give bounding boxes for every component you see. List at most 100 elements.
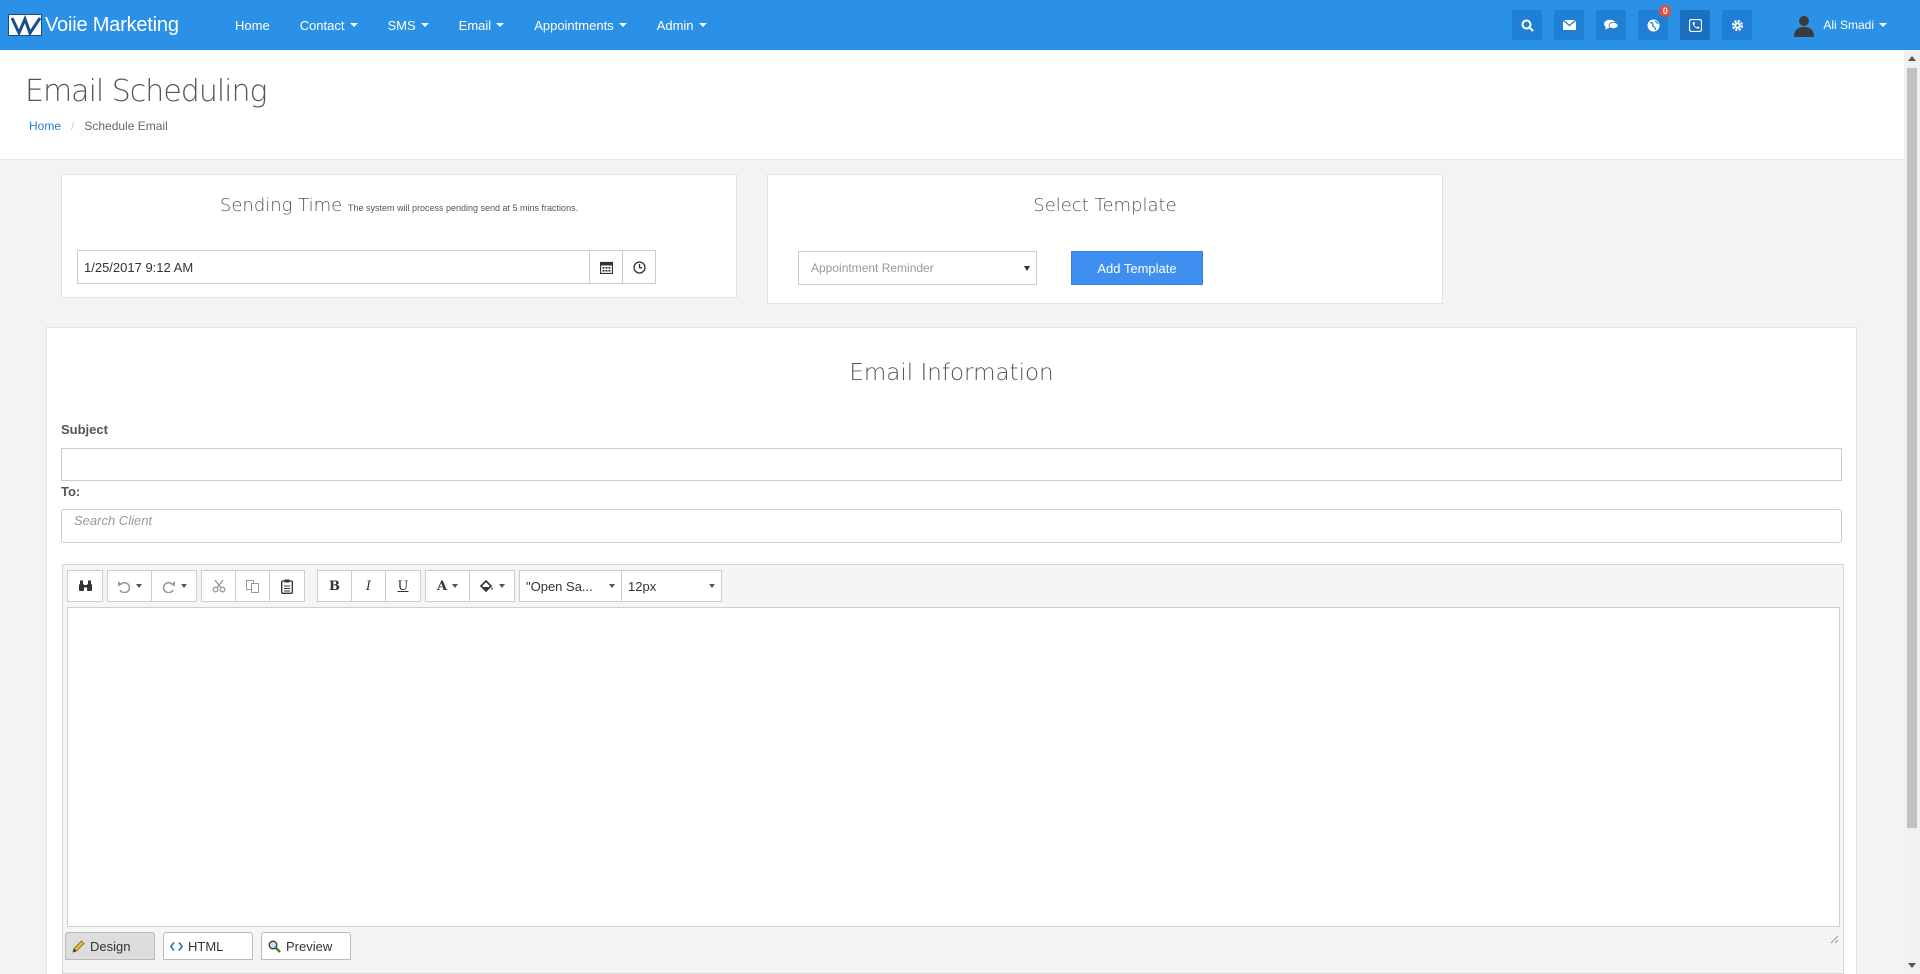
redo-icon <box>162 580 175 593</box>
font-color-button[interactable]: A <box>426 571 470 601</box>
sending-time-panel: Sending Time The system will process pen… <box>61 174 737 298</box>
undo-dropdown-caret-icon <box>136 584 142 588</box>
search-button[interactable] <box>1512 10 1543 40</box>
breadcrumb-separator: / <box>71 119 75 133</box>
envelope-icon <box>1562 20 1576 30</box>
notification-badge: 0 <box>1659 5 1672 17</box>
template-select[interactable]: Appointment Reminder <box>798 251 1037 285</box>
gear-icon <box>1731 19 1743 31</box>
avatar <box>1794 16 1815 37</box>
page-title: Email Scheduling <box>25 74 268 109</box>
code-icon <box>170 941 183 951</box>
underline-label: U <box>397 578 409 594</box>
tab-html[interactable]: HTML <box>163 932 253 960</box>
nav-admin[interactable]: Admin <box>642 0 722 50</box>
undo-icon <box>118 580 131 593</box>
tab-preview-label: Preview <box>286 938 333 954</box>
sending-time-note: The system will process pending send at … <box>347 203 579 213</box>
color-group: A <box>425 570 515 602</box>
editor-mode-tabs: Design HTML Preview <box>65 932 359 960</box>
caret-down-icon <box>618 23 627 27</box>
add-template-button[interactable]: Add Template <box>1071 251 1203 285</box>
font-color-caret-icon <box>452 584 459 588</box>
caret-down-icon <box>1879 23 1887 27</box>
sending-time-heading: Sending Time <box>219 195 343 216</box>
magnifier-icon <box>268 940 281 953</box>
clock-icon <box>632 260 646 274</box>
brand-name: Voiie Marketing <box>45 13 179 36</box>
font-size-value: 12px <box>628 578 657 594</box>
calendar-button[interactable] <box>589 251 622 283</box>
paint-bucket-icon <box>479 580 493 592</box>
sending-time-input[interactable]: 1/25/2017 9:12 AM <box>78 251 589 283</box>
search-client-input[interactable]: Search Client <box>61 509 1842 543</box>
tab-design[interactable]: Design <box>65 932 155 960</box>
paste-button[interactable] <box>270 571 304 601</box>
redo-button[interactable] <box>152 571 196 601</box>
italic-button[interactable]: I <box>352 571 386 601</box>
bold-button[interactable]: B <box>318 571 352 601</box>
breadcrumb: Home / Schedule Email <box>29 119 168 133</box>
select-template-panel: Select Template Appointment Reminder Add… <box>767 174 1443 304</box>
history-group <box>107 570 197 602</box>
tab-preview[interactable]: Preview <box>261 932 351 960</box>
scissors-icon <box>212 579 225 593</box>
font-family-value: "Open Sa... <box>526 578 593 594</box>
binoculars-icon <box>78 580 92 591</box>
font-size-select[interactable]: 12px <box>622 571 721 601</box>
find-button[interactable] <box>68 571 102 601</box>
underline-button[interactable]: U <box>386 571 420 601</box>
redo-dropdown-caret-icon <box>180 584 187 588</box>
subject-label: Subject <box>61 422 108 437</box>
caret-down-icon <box>698 23 707 27</box>
tab-design-label: Design <box>90 938 131 954</box>
breadcrumb-home-link[interactable]: Home <box>29 119 61 133</box>
globe-icon <box>1647 19 1660 31</box>
find-group <box>67 570 103 602</box>
font-family-select[interactable]: "Open Sa... <box>520 571 622 601</box>
sending-time-field: 1/25/2017 9:12 AM <box>77 250 656 284</box>
nav-home[interactable]: Home <box>220 0 285 50</box>
tab-html-label: HTML <box>188 938 224 954</box>
caret-down-icon <box>420 23 429 27</box>
nav-email[interactable]: Email <box>444 0 520 50</box>
settings-button[interactable] <box>1722 10 1753 40</box>
phone-button[interactable] <box>1680 10 1711 40</box>
chat-button[interactable] <box>1596 10 1627 40</box>
font-family-caret-icon <box>609 584 615 588</box>
font-group: "Open Sa... 12px <box>519 570 722 602</box>
nav-appointments-label: Appointments <box>534 17 614 33</box>
nav-contact-label: Contact <box>299 17 345 33</box>
cut-button[interactable] <box>202 571 236 601</box>
bold-label: B <box>329 578 340 594</box>
copy-icon <box>245 579 259 593</box>
nav-sms[interactable]: SMS <box>373 0 444 50</box>
select-arrow-icon <box>1024 266 1030 271</box>
clipboard-group <box>201 570 305 602</box>
nav-contact[interactable]: Contact <box>285 0 373 50</box>
notifications-button[interactable]: 0 <box>1638 5 1672 40</box>
undo-button[interactable] <box>108 571 152 601</box>
editor-content-area[interactable] <box>67 607 1840 927</box>
nav-appointments[interactable]: Appointments <box>519 0 642 50</box>
email-editor: B I U A "Open Sa... 12px Design HTML Pre… <box>62 564 1844 974</box>
italic-label: I <box>365 578 372 594</box>
page-header: Email Scheduling Home / Schedule Email <box>0 50 1904 160</box>
caret-down-icon <box>496 23 505 27</box>
scroll-down-arrow-icon[interactable] <box>1908 963 1916 968</box>
subject-input[interactable] <box>61 448 1842 481</box>
scroll-thumb[interactable] <box>1907 68 1917 828</box>
scroll-up-arrow-icon[interactable] <box>1908 56 1916 61</box>
highlight-color-caret-icon <box>498 584 505 588</box>
brand[interactable]: Voiie Marketing <box>0 14 220 37</box>
time-picker-button[interactable] <box>622 251 655 283</box>
copy-button[interactable] <box>236 571 270 601</box>
messages-button[interactable] <box>1554 10 1585 40</box>
pencil-icon <box>72 939 85 953</box>
resize-grip-icon[interactable] <box>1830 935 1839 944</box>
user-name: Ali Smadi <box>1823 18 1874 32</box>
clipboard-icon <box>281 579 293 594</box>
highlight-color-button[interactable] <box>470 571 514 601</box>
page-scrollbar[interactable] <box>1904 50 1920 974</box>
user-menu[interactable]: Ali Smadi <box>1792 13 1887 37</box>
